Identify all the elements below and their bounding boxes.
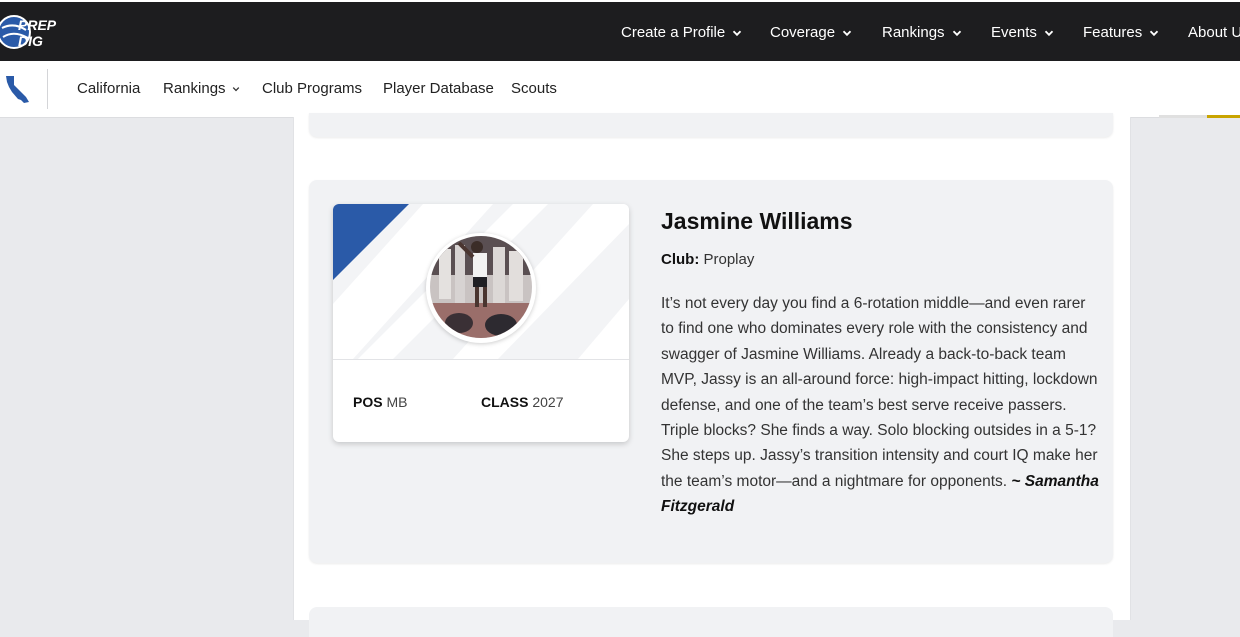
divider: [47, 69, 48, 109]
chevron-down-icon: [842, 30, 852, 36]
subnav-scouts[interactable]: Scouts: [511, 80, 557, 97]
chevron-down-icon: [232, 86, 239, 91]
class-stat: CLASS 2027: [481, 394, 564, 410]
main-content: POS MB CLASS 2027 Jasmine Williams Club:…: [293, 113, 1131, 637]
nav-features[interactable]: Features: [1083, 24, 1159, 41]
nav-rankings[interactable]: Rankings: [882, 24, 962, 41]
position-stat: POS MB: [353, 394, 408, 410]
nav-coverage[interactable]: Coverage: [770, 24, 852, 41]
subnav-club-programs[interactable]: Club Programs: [262, 80, 362, 97]
subnav-california[interactable]: California: [77, 80, 140, 97]
chevron-down-icon: [1044, 30, 1054, 36]
player-name[interactable]: Jasmine Williams: [661, 208, 853, 235]
subnav-player-database[interactable]: Player Database: [383, 80, 494, 97]
chevron-down-icon: [952, 30, 961, 36]
player-profile-card[interactable]: POS MB CLASS 2027: [333, 204, 629, 442]
next-player-entry: [309, 607, 1113, 637]
top-navigation: PREP DIG Create a Profile Coverage Ranki…: [0, 0, 1240, 61]
divider: [333, 359, 629, 360]
player-club: Club: Proplay: [661, 251, 755, 268]
subnav-rankings[interactable]: Rankings: [163, 80, 240, 97]
california-state-icon[interactable]: [4, 73, 32, 105]
nav-create-profile[interactable]: Create a Profile: [621, 24, 742, 41]
chevron-down-icon: [733, 30, 742, 36]
state-subnavigation: California Rankings Club Programs Player…: [0, 61, 1240, 118]
player-entry: POS MB CLASS 2027 Jasmine Williams Club:…: [309, 180, 1113, 563]
nav-events[interactable]: Events: [991, 24, 1054, 41]
previous-player-entry: [309, 113, 1113, 137]
player-bio: It’s not every day you find a 6-rotation…: [661, 295, 1099, 516]
side-banner-accent: [1207, 115, 1240, 118]
player-avatar: [430, 236, 532, 338]
nav-about[interactable]: About U: [1188, 24, 1240, 41]
chevron-down-icon: [1150, 30, 1159, 36]
